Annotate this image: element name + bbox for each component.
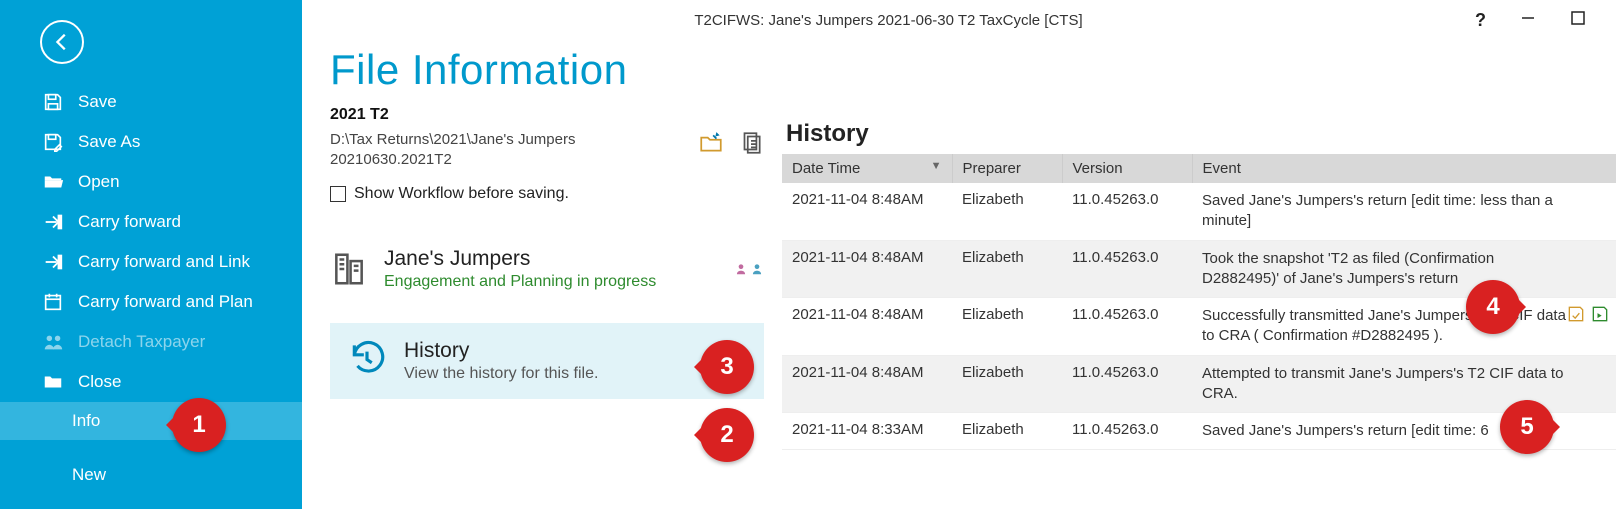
view-transmission-button[interactable] bbox=[1566, 304, 1586, 330]
sidebar-item-label: Info bbox=[72, 411, 100, 431]
maximize-button[interactable] bbox=[1570, 10, 1586, 31]
callout-3: 3 bbox=[700, 340, 754, 394]
minimize-button[interactable] bbox=[1520, 10, 1536, 31]
file-year-type: 2021 T2 bbox=[330, 106, 764, 124]
history-card-desc: View the history for this file. bbox=[404, 365, 598, 383]
col-event[interactable]: Event bbox=[1192, 154, 1616, 183]
col-version[interactable]: Version bbox=[1062, 154, 1192, 183]
titlebar: T2CIFWS: Jane's Jumpers 2021-06-30 T2 Ta… bbox=[302, 0, 1616, 40]
window-title: T2CIFWS: Jane's Jumpers 2021-06-30 T2 Ta… bbox=[302, 12, 1475, 29]
sidebar-item-label: Close bbox=[78, 372, 121, 392]
history-icon bbox=[348, 339, 386, 377]
callout-5: 5 bbox=[1500, 400, 1554, 454]
save-as-icon bbox=[42, 131, 64, 153]
client-name: Jane's Jumpers bbox=[384, 247, 656, 271]
main-area: T2CIFWS: Jane's Jumpers 2021-06-30 T2 Ta… bbox=[302, 0, 1616, 509]
client-status: Engagement and Planning in progress bbox=[384, 273, 656, 291]
save-icon bbox=[42, 91, 64, 113]
history-card-title: History bbox=[404, 339, 598, 363]
sidebar-item-close[interactable]: Close bbox=[0, 362, 302, 402]
sidebar-item-label: Save As bbox=[78, 132, 140, 152]
col-datetime[interactable]: Date Time▼ bbox=[782, 154, 952, 183]
sidebar-item-label: Carry forward and Link bbox=[78, 252, 250, 272]
close-folder-icon bbox=[42, 371, 64, 393]
copy-path-button[interactable] bbox=[738, 130, 764, 159]
show-workflow-checkbox[interactable]: Show Workflow before saving. bbox=[330, 185, 764, 203]
sidebar-item-new[interactable]: New bbox=[0, 456, 302, 494]
sidebar-item-carry-forward-plan[interactable]: Carry forward and Plan bbox=[0, 282, 302, 322]
carry-forward-icon bbox=[42, 211, 64, 233]
callout-2: 2 bbox=[700, 408, 754, 462]
carry-forward-link-icon bbox=[42, 251, 64, 273]
sidebar: Save Save As Open Carry forward Carry fo… bbox=[0, 0, 302, 509]
checkbox-icon bbox=[330, 186, 346, 202]
table-row[interactable]: 2021-11-04 8:48AM Elizabeth 11.0.45263.0… bbox=[782, 355, 1616, 413]
open-folder-button[interactable] bbox=[698, 130, 724, 159]
carry-forward-plan-icon bbox=[42, 291, 64, 313]
file-path: D:\Tax Returns\2021\Jane's Jumpers 20210… bbox=[330, 130, 630, 171]
col-preparer[interactable]: Preparer bbox=[952, 154, 1062, 183]
table-row[interactable]: 2021-11-04 8:33AM Elizabeth 11.0.45263.0… bbox=[782, 413, 1616, 450]
help-button[interactable]: ? bbox=[1475, 10, 1486, 31]
reload-transmission-button[interactable] bbox=[1590, 304, 1610, 330]
sidebar-item-save-as[interactable]: Save As bbox=[0, 122, 302, 162]
sidebar-item-carry-forward-link[interactable]: Carry forward and Link bbox=[0, 242, 302, 282]
sidebar-item-label: Carry forward bbox=[78, 212, 181, 232]
sidebar-item-carry-forward[interactable]: Carry forward bbox=[0, 202, 302, 242]
table-row[interactable]: 2021-11-04 8:48AM Elizabeth 11.0.45263.0… bbox=[782, 183, 1616, 240]
sidebar-item-label: New bbox=[72, 465, 106, 485]
sidebar-item-label: Open bbox=[78, 172, 120, 192]
building-icon bbox=[330, 250, 368, 288]
checkbox-label: Show Workflow before saving. bbox=[354, 185, 569, 203]
client-row[interactable]: Jane's Jumpers Engagement and Planning i… bbox=[330, 247, 764, 291]
callout-4: 4 bbox=[1466, 280, 1520, 334]
back-button[interactable] bbox=[40, 20, 84, 64]
page-title: File Information bbox=[330, 46, 764, 94]
sidebar-item-detach-taxpayer: Detach Taxpayer bbox=[0, 322, 302, 362]
detach-icon bbox=[42, 331, 64, 353]
sidebar-item-info[interactable]: Info bbox=[0, 402, 302, 440]
folder-open-icon bbox=[42, 171, 64, 193]
history-panel: History Date Time▼ Preparer Version Even… bbox=[782, 40, 1616, 509]
history-title: History bbox=[786, 120, 1616, 148]
callout-1: 1 bbox=[172, 398, 226, 452]
sidebar-item-label: Save bbox=[78, 92, 117, 112]
sidebar-item-label: Carry forward and Plan bbox=[78, 292, 253, 312]
people-icon[interactable] bbox=[734, 262, 764, 276]
sidebar-item-open[interactable]: Open bbox=[0, 162, 302, 202]
sidebar-item-save[interactable]: Save bbox=[0, 82, 302, 122]
sidebar-item-label: Detach Taxpayer bbox=[78, 332, 205, 352]
sort-indicator-icon: ▼ bbox=[931, 160, 942, 172]
